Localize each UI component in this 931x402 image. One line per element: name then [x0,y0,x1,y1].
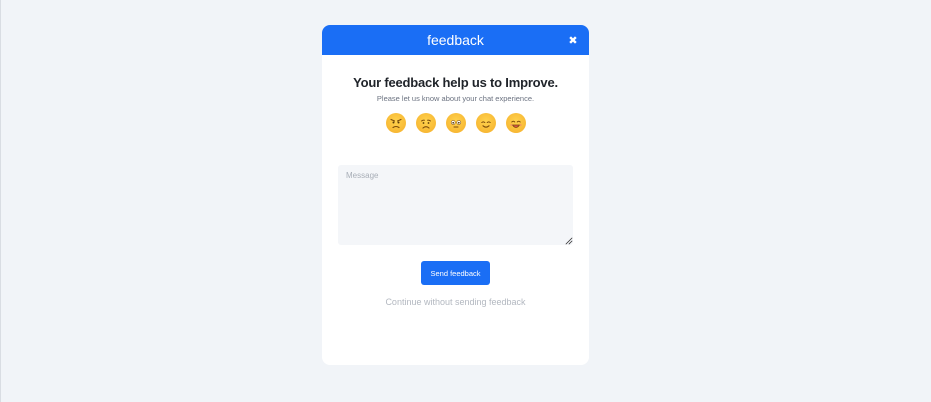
close-icon[interactable]: ✖ [565,32,581,48]
send-feedback-button[interactable]: Send feedback [421,261,490,285]
modal-header: feedback ✖ [322,25,589,55]
neutral-emoji-icon[interactable] [445,113,466,133]
message-input[interactable] [338,165,573,245]
page-background: feedback ✖ Your feedback help us to Impr… [0,0,931,402]
happy-emoji-icon[interactable] [475,113,496,133]
rating-emoji-row [322,113,589,133]
resize-grip-icon[interactable] [565,237,573,245]
angry-emoji-icon[interactable] [385,113,406,133]
sad-emoji-icon[interactable] [415,113,436,133]
feedback-subheading: Please let us know about your chat exper… [376,94,535,103]
very-happy-emoji-icon[interactable] [505,113,526,133]
feedback-heading: Your feedback help us to Improve. [353,75,558,90]
modal-title: feedback [427,32,484,48]
continue-without-feedback-link[interactable]: Continue without sending feedback [322,297,589,307]
feedback-modal: feedback ✖ Your feedback help us to Impr… [322,25,589,365]
